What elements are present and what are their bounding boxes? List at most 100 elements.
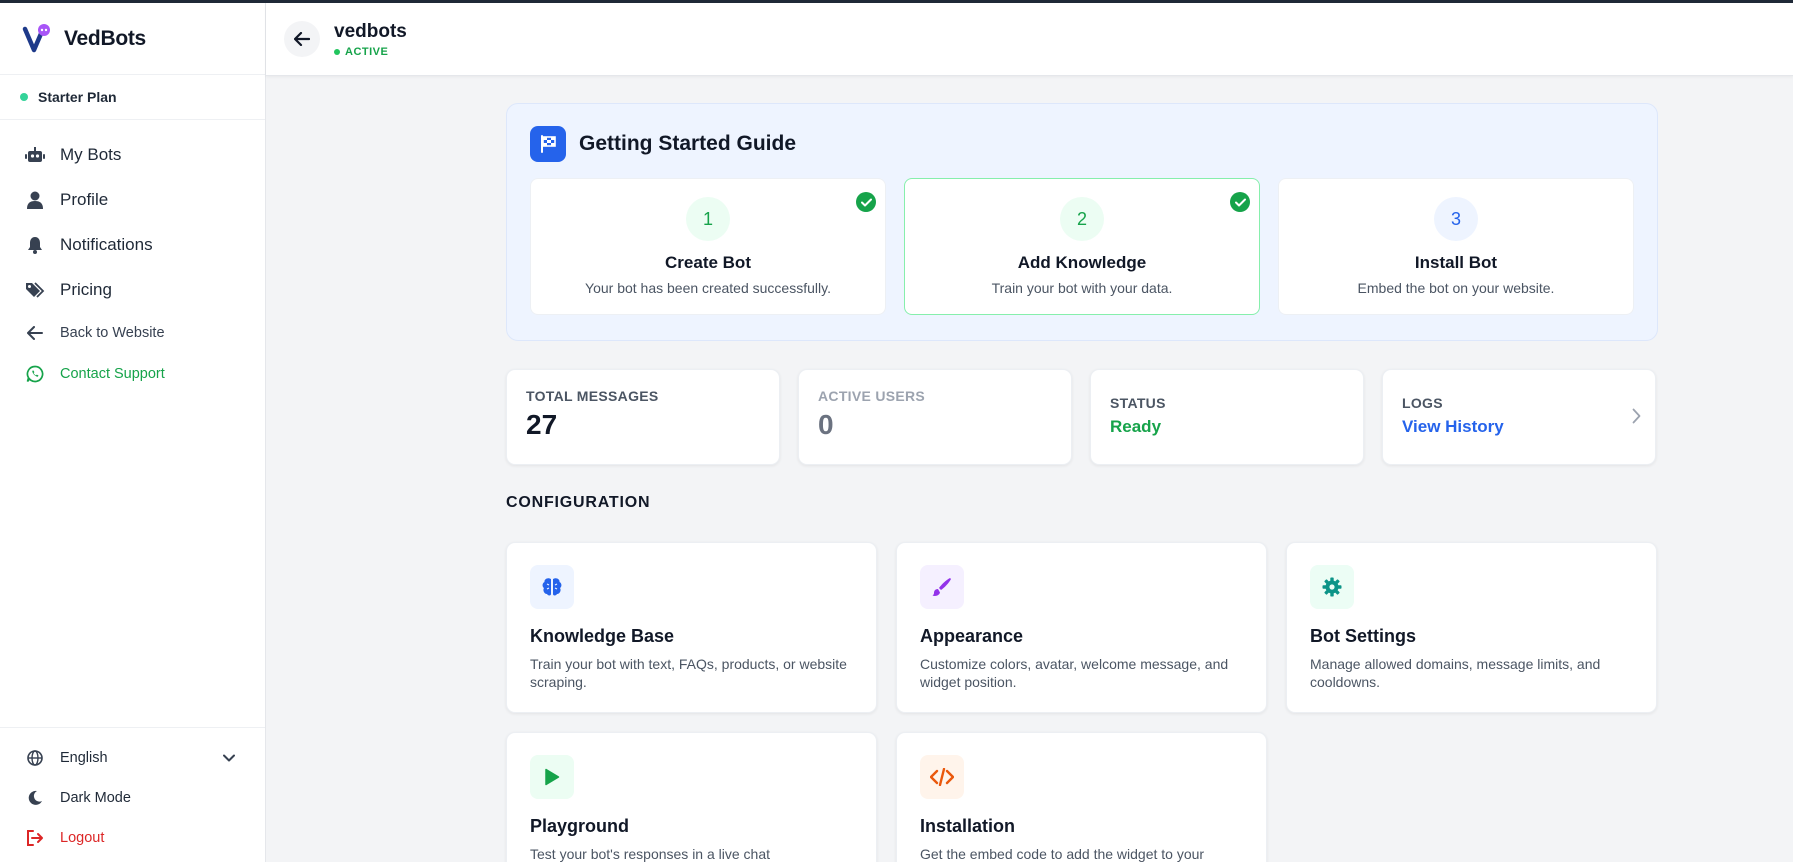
card-appearance[interactable]: Appearance Customize colors, avatar, wel… xyxy=(896,542,1267,713)
brand[interactable]: VedBots xyxy=(0,3,265,75)
back-button[interactable] xyxy=(284,21,320,57)
sidebar-footer: English Dark Mode Logout xyxy=(0,727,265,862)
step-title: Install Bot xyxy=(1414,253,1498,272)
card-bot-settings[interactable]: Bot Settings Manage allowed domains, mes… xyxy=(1286,542,1657,713)
getting-started-guide: Getting Started Guide 1 Create Bot Your … xyxy=(506,103,1658,341)
sidebar-item-profile[interactable]: Profile xyxy=(0,177,265,222)
robot-icon xyxy=(24,144,46,166)
sidebar-item-label: Profile xyxy=(60,189,109,209)
sidebar: VedBots Starter Plan My Bots Profile Not… xyxy=(0,3,266,862)
view-history-link[interactable]: View History xyxy=(1402,417,1636,437)
brain-icon xyxy=(530,565,574,609)
stat-label: STATUS xyxy=(1110,395,1166,411)
window-top-border xyxy=(0,0,1793,3)
configuration-grid: Knowledge Base Train your bot with text,… xyxy=(506,542,1658,862)
card-description: Get the embed code to add the widget to … xyxy=(920,846,1205,862)
bell-icon xyxy=(24,234,46,256)
check-circle-icon xyxy=(1230,192,1250,212)
brand-name: VedBots xyxy=(64,26,146,50)
sidebar-item-contact-support[interactable]: Contact Support xyxy=(0,353,265,394)
tags-icon xyxy=(24,279,46,301)
dark-mode-label: Dark Mode xyxy=(60,790,131,806)
logout-icon xyxy=(24,827,46,849)
step-number: 1 xyxy=(686,197,730,241)
sidebar-item-label: My Bots xyxy=(60,144,122,164)
step-description: Embed the bot on your website. xyxy=(1357,280,1555,296)
step-description: Your bot has been created successfully. xyxy=(585,280,831,296)
configuration-heading: CONFIGURATION xyxy=(506,494,651,511)
language-label: English xyxy=(60,750,108,766)
stats-row: TOTAL MESSAGES 27 ACTIVE USERS 0 STATUS … xyxy=(506,369,1658,465)
guide-header: Getting Started Guide xyxy=(530,126,1634,162)
plan-badge: Starter Plan xyxy=(0,75,265,120)
stat-active-users: ACTIVE USERS 0 xyxy=(798,369,1072,465)
step-create-bot[interactable]: 1 Create Bot Your bot has been created s… xyxy=(530,178,886,315)
chevron-down-icon xyxy=(223,754,235,762)
card-title: Installation xyxy=(920,816,1016,836)
page-header: vedbots ACTIVE xyxy=(266,3,1793,76)
step-title: Create Bot xyxy=(665,253,751,272)
plan-label: Starter Plan xyxy=(38,89,117,105)
stat-value: 0 xyxy=(818,409,834,440)
card-description: Manage allowed domains, message limits, … xyxy=(1310,656,1601,690)
bot-name: vedbots xyxy=(334,20,407,42)
vedbots-logo-icon xyxy=(22,23,54,55)
card-title: Appearance xyxy=(920,626,1024,646)
code-icon xyxy=(920,755,964,799)
card-description: Test your bot's responses in a live chat xyxy=(530,846,771,862)
sidebar-item-back-to-website[interactable]: Back to Website xyxy=(0,312,265,353)
plan-status-dot xyxy=(20,93,28,101)
stat-value: 27 xyxy=(526,409,558,440)
stat-label: TOTAL MESSAGES xyxy=(526,388,659,404)
chevron-right-icon xyxy=(1632,408,1641,429)
guide-steps: 1 Create Bot Your bot has been created s… xyxy=(530,178,1634,315)
flag-checkered-icon xyxy=(530,126,566,162)
logout-label: Logout xyxy=(60,830,105,846)
stat-value: Ready xyxy=(1110,417,1162,436)
arrow-left-icon xyxy=(24,322,46,344)
stat-label: LOGS xyxy=(1402,395,1443,411)
language-selector[interactable]: English xyxy=(0,738,265,778)
guide-title: Getting Started Guide xyxy=(579,132,797,155)
sidebar-item-label: Pricing xyxy=(60,279,112,299)
step-description: Train your bot with your data. xyxy=(991,280,1173,296)
stat-status: STATUS Ready xyxy=(1090,369,1364,465)
gear-icon xyxy=(1310,565,1354,609)
card-description: Train your bot with text, FAQs, products… xyxy=(530,656,847,690)
status-dot xyxy=(334,48,340,55)
check-circle-icon xyxy=(856,192,876,212)
step-number: 3 xyxy=(1434,197,1478,241)
dark-mode-toggle[interactable]: Dark Mode xyxy=(0,778,265,818)
logs-card[interactable]: LOGS View History xyxy=(1382,369,1656,465)
card-description: Customize colors, avatar, welcome messag… xyxy=(920,656,1229,690)
card-playground[interactable]: Playground Test your bot's responses in … xyxy=(506,732,877,862)
stat-label: ACTIVE USERS xyxy=(818,388,926,404)
bot-identity: vedbots ACTIVE xyxy=(334,21,407,58)
sidebar-item-label: Contact Support xyxy=(60,365,165,382)
step-add-knowledge[interactable]: 2 Add Knowledge Train your bot with your… xyxy=(904,178,1260,315)
sidebar-item-my-bots[interactable]: My Bots xyxy=(0,132,265,177)
sidebar-item-pricing[interactable]: Pricing xyxy=(0,267,265,312)
bot-status: ACTIVE xyxy=(334,46,407,58)
step-install-bot[interactable]: 3 Install Bot Embed the bot on your webs… xyxy=(1278,178,1634,315)
user-icon xyxy=(24,189,46,211)
sidebar-item-notifications[interactable]: Notifications xyxy=(0,222,265,267)
step-number: 2 xyxy=(1060,197,1104,241)
moon-icon xyxy=(24,787,46,809)
logout-button[interactable]: Logout xyxy=(0,818,265,858)
card-knowledge-base[interactable]: Knowledge Base Train your bot with text,… xyxy=(506,542,877,713)
card-installation[interactable]: Installation Get the embed code to add t… xyxy=(896,732,1267,862)
whatsapp-icon xyxy=(24,363,46,385)
stat-total-messages: TOTAL MESSAGES 27 xyxy=(506,369,780,465)
sidebar-item-label: Notifications xyxy=(60,234,153,254)
status-text: ACTIVE xyxy=(345,45,389,58)
card-title: Knowledge Base xyxy=(530,626,675,646)
step-title: Add Knowledge xyxy=(1017,253,1147,272)
card-title: Playground xyxy=(530,816,630,836)
sidebar-nav: My Bots Profile Notifications Pricing Ba… xyxy=(0,120,265,394)
main-content: Getting Started Guide 1 Create Bot Your … xyxy=(506,103,1658,862)
paint-brush-icon xyxy=(920,565,964,609)
play-icon xyxy=(530,755,574,799)
sidebar-item-label: Back to Website xyxy=(60,324,165,341)
globe-icon xyxy=(24,747,46,769)
